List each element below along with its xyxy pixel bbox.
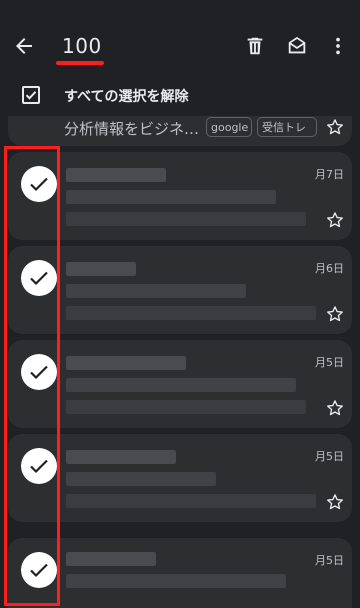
email-date: 月6日	[315, 262, 344, 275]
email-date: 月5日	[315, 450, 344, 463]
star-icon[interactable]	[325, 117, 345, 137]
redacted-subject	[66, 284, 246, 298]
redacted-subject	[66, 574, 286, 588]
star-icon[interactable]	[325, 492, 345, 512]
redacted-snippet	[66, 306, 316, 320]
redacted-sender	[66, 168, 166, 182]
redacted-sender	[66, 450, 176, 464]
count-highlight-underline	[56, 61, 104, 65]
email-date: 月7日	[315, 168, 344, 181]
deselect-all-checkbox[interactable]	[22, 86, 40, 104]
selection-highlight-box	[4, 146, 60, 606]
star-icon[interactable]	[325, 398, 345, 418]
email-snippet: 分析情報をビジネ…	[64, 120, 200, 138]
selected-count: 100	[62, 34, 102, 58]
redacted-snippet	[66, 400, 306, 414]
redacted-snippet	[66, 494, 316, 508]
redacted-subject	[66, 190, 276, 204]
label-chip: google	[206, 117, 252, 137]
action-toolbar: 100	[0, 0, 360, 72]
redacted-sender	[66, 356, 186, 370]
redacted-subject	[66, 472, 216, 486]
deselect-all-label: すべての選択を解除	[64, 89, 189, 105]
checkmark-icon	[25, 91, 37, 100]
star-icon[interactable]	[325, 210, 345, 230]
label-chip: 受信トレ	[257, 117, 317, 137]
redacted-subject	[66, 378, 296, 392]
redacted-snippet	[66, 212, 306, 226]
back-arrow-icon[interactable]	[12, 34, 36, 58]
redacted-sender	[66, 552, 156, 566]
mark-read-icon[interactable]	[286, 35, 308, 57]
more-vert-icon[interactable]	[327, 35, 349, 57]
star-icon[interactable]	[325, 304, 345, 324]
trash-icon[interactable]	[244, 35, 266, 57]
email-date: 月5日	[315, 356, 344, 369]
email-date: 月5日	[315, 554, 344, 567]
redacted-sender	[66, 262, 136, 276]
